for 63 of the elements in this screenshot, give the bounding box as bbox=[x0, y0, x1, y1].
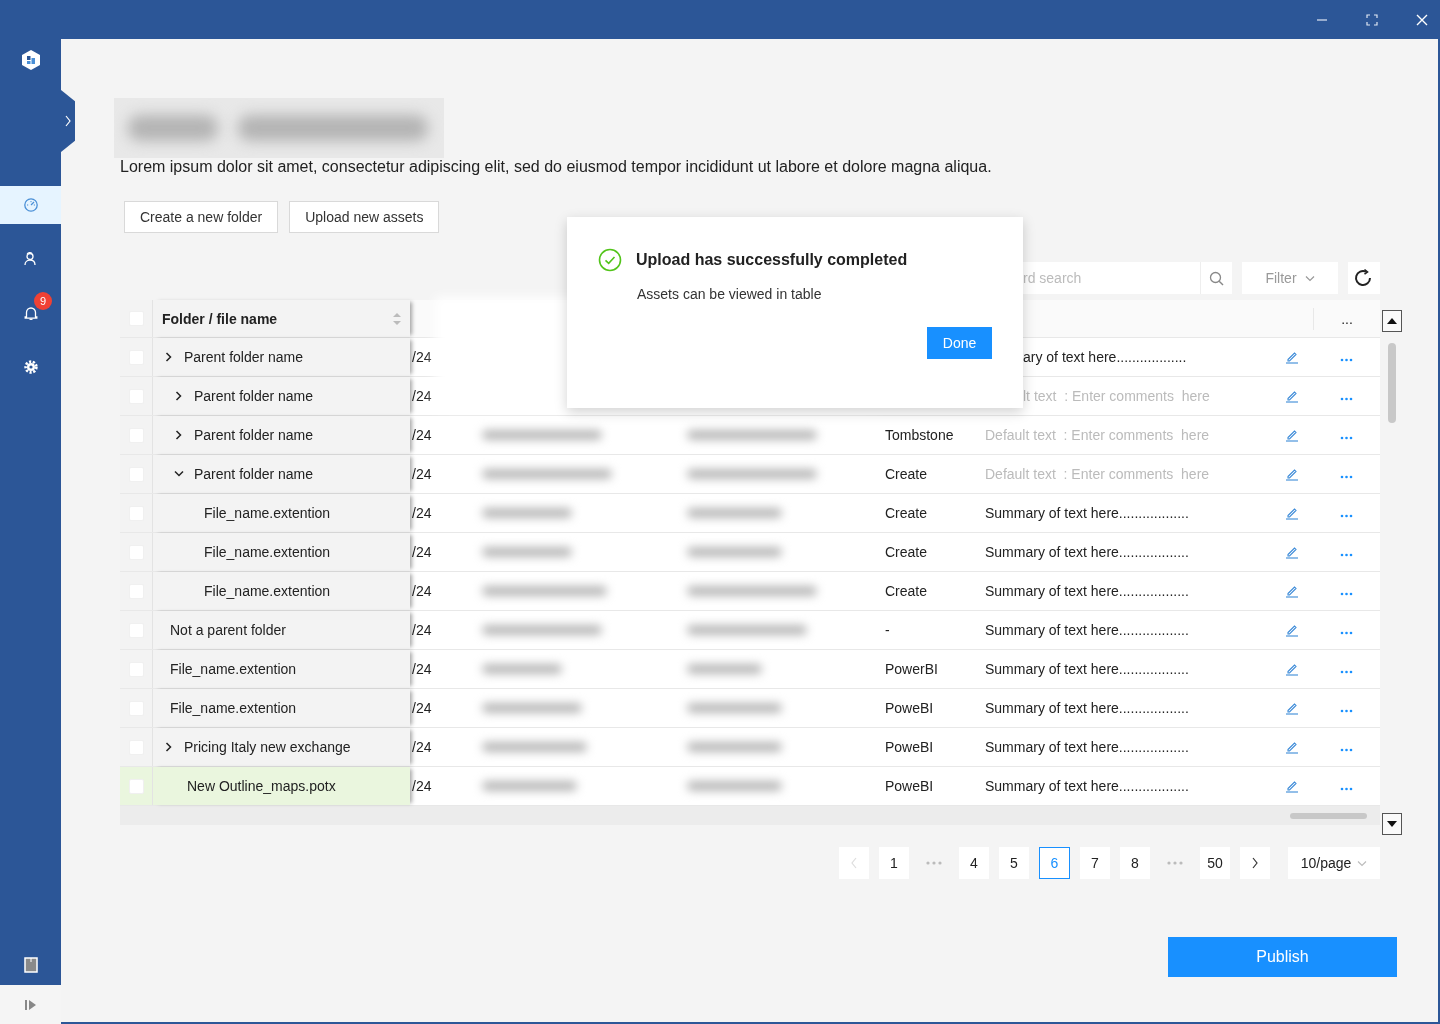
page-description: Lorem ipsum dolor sit amet, consectetur adipiscing elit, sed do eiusmod tempor incididunt ut labore et dolore magna aliqua. bbox=[120, 158, 993, 176]
type-text: PoweBI bbox=[885, 700, 934, 716]
type-text: - bbox=[885, 622, 890, 638]
file-name: File_name.extention bbox=[170, 661, 297, 677]
date-text: /24 bbox=[412, 544, 432, 560]
comment-text: Summary of text here.................. bbox=[985, 622, 1189, 638]
page-button[interactable]: 8 bbox=[1120, 847, 1150, 879]
action-button[interactable]: Upload new assets bbox=[289, 201, 440, 233]
file-name: File_name.extention bbox=[204, 544, 331, 560]
comment-field[interactable]: lt text : Enter comments here bbox=[1023, 388, 1270, 404]
date-text: /24 bbox=[412, 661, 432, 677]
file-name: Parent folder name bbox=[194, 466, 314, 482]
dialog-title: Upload has successfully completed bbox=[636, 251, 908, 269]
page-button[interactable]: 4 bbox=[959, 847, 989, 879]
type-text: Create bbox=[885, 505, 928, 521]
page-button[interactable]: 50 bbox=[1200, 847, 1230, 879]
column-header: ... bbox=[1313, 307, 1380, 330]
type-text: Create bbox=[885, 466, 928, 482]
type-text: Create bbox=[885, 583, 928, 599]
file-name: File_name.extention bbox=[204, 505, 331, 521]
page-button[interactable]: 7 bbox=[1080, 847, 1110, 879]
column-header[interactable]: Folder / file name bbox=[152, 300, 410, 337]
file-name: Parent folder name bbox=[194, 388, 314, 404]
comment-text: Summary of text here.................. bbox=[985, 583, 1189, 599]
file-name: Parent folder name bbox=[184, 349, 304, 365]
date-text: /24 bbox=[412, 700, 432, 716]
nav-item[interactable]: 9 bbox=[0, 294, 61, 332]
date-text: /24 bbox=[412, 466, 432, 482]
file-name: New Outline_maps.potx bbox=[187, 778, 336, 794]
action-button[interactable]: Create a new folder bbox=[124, 201, 279, 233]
notification-badge: 9 bbox=[34, 292, 52, 310]
page-button[interactable]: 5 bbox=[999, 847, 1029, 879]
dialog-message: Assets can be viewed in table bbox=[637, 286, 823, 302]
comment-text: ary of text here.................. bbox=[1023, 349, 1187, 365]
date-text: /24 bbox=[412, 778, 432, 794]
search-field[interactable]: rd search bbox=[1023, 262, 1200, 294]
type-text: PowerBI bbox=[885, 661, 938, 677]
file-name: Pricing Italy new exchange bbox=[184, 739, 351, 755]
comment-field[interactable]: Default text : Enter comments here bbox=[985, 427, 1265, 443]
type-text: Create bbox=[885, 544, 928, 560]
file-name: Parent folder name bbox=[194, 427, 314, 443]
type-text: PoweBI bbox=[885, 778, 934, 794]
type-text: Tombstone bbox=[885, 427, 954, 443]
comment-text: Summary of text here.................. bbox=[985, 505, 1189, 521]
date-text: /24 bbox=[412, 583, 432, 599]
comment-text: Summary of text here.................. bbox=[985, 739, 1189, 755]
file-name: File_name.extention bbox=[204, 583, 331, 599]
comment-text: Summary of text here.................. bbox=[985, 661, 1189, 677]
comment-text: Summary of text here.................. bbox=[985, 778, 1189, 794]
date-text: /24 bbox=[412, 349, 432, 365]
date-text: /24 bbox=[412, 427, 432, 443]
date-text: /24 bbox=[412, 505, 432, 521]
date-text: /24 bbox=[412, 622, 432, 638]
comment-text: Summary of text here.................. bbox=[985, 544, 1189, 560]
date-text: /24 bbox=[412, 388, 432, 404]
comment-text: Summary of text here.................. bbox=[985, 700, 1189, 716]
type-text: PoweBI bbox=[885, 739, 934, 755]
comment-field[interactable]: Default text : Enter comments here bbox=[985, 466, 1265, 482]
file-name: File_name.extention bbox=[170, 700, 297, 716]
page-button[interactable]: 1 bbox=[879, 847, 909, 879]
page-size-select[interactable]: 10/page bbox=[1288, 847, 1380, 879]
file-name: Not a parent folder bbox=[170, 622, 286, 638]
date-text: /24 bbox=[412, 739, 432, 755]
